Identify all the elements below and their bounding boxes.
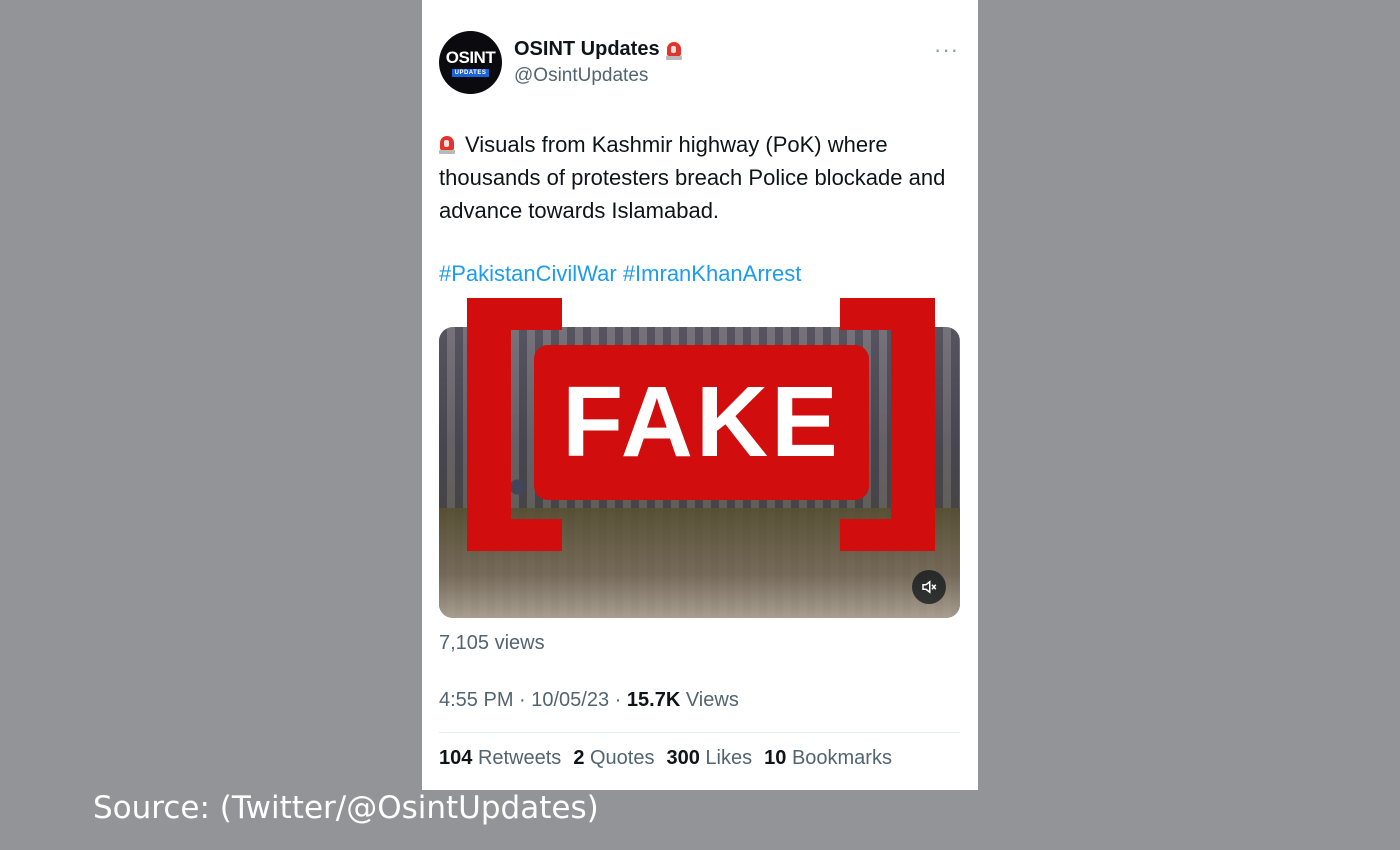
- siren-emoji-icon: [439, 134, 455, 154]
- hashtag-link[interactable]: #PakistanCivilWar: [439, 261, 617, 286]
- hashtag-link[interactable]: #ImranKhanArrest: [623, 261, 802, 286]
- views-label: Views: [685, 689, 739, 711]
- author-handle[interactable]: @OsintUpdates: [514, 65, 648, 87]
- quotes-stat[interactable]: 2 Quotes: [573, 747, 654, 770]
- bookmarks-label: Bookmarks: [791, 747, 892, 769]
- likes-stat[interactable]: 300 Likes: [666, 747, 752, 770]
- quotes-label: Quotes: [590, 747, 655, 769]
- likes-label: Likes: [705, 747, 753, 769]
- tweet-timestamp[interactable]: 4:55 PM · 10/05/23 ·: [439, 689, 627, 711]
- retweets-label: Retweets: [477, 747, 562, 769]
- fake-stamp-overlay: FAKE: [467, 298, 935, 551]
- avatar-logo-text: OSINT: [445, 47, 496, 67]
- bookmarks-count: 10: [764, 747, 787, 769]
- tweet-timestamp-row: 4:55 PM · 10/05/23 · 15.7K Views: [439, 689, 739, 712]
- tweet-body: Visuals from Kashmir highway (PoK) where…: [439, 128, 964, 227]
- siren-emoji-icon: [665, 40, 682, 60]
- tweet-card: OSINT UPDATES OSINT Updates @OsintUpdate…: [422, 0, 978, 790]
- divider: [439, 732, 960, 733]
- quotes-count: 2: [573, 747, 585, 769]
- author-name-row[interactable]: OSINT Updates: [514, 38, 682, 61]
- source-caption: Source: (Twitter/@OsintUpdates): [93, 790, 599, 826]
- author-name[interactable]: OSINT Updates: [514, 38, 660, 61]
- retweets-stat[interactable]: 104 Retweets: [439, 747, 561, 770]
- hashtags: #PakistanCivilWar #ImranKhanArrest: [439, 261, 801, 287]
- fake-stamp: FAKE: [534, 345, 869, 500]
- tweet-text: Visuals from Kashmir highway (PoK) where…: [439, 132, 946, 223]
- video-views: 7,105 views: [439, 632, 545, 654]
- more-dots-icon[interactable]: ···: [934, 37, 959, 63]
- bookmarks-stat[interactable]: 10 Bookmarks: [764, 747, 892, 770]
- author-avatar[interactable]: OSINT UPDATES: [439, 31, 502, 94]
- views-count: 15.7K: [626, 689, 681, 711]
- engagement-stats: 104 Retweets 2 Quotes 300 Likes 10 Bookm…: [439, 747, 892, 770]
- likes-count: 300: [666, 747, 700, 769]
- speaker-mute-icon[interactable]: [912, 570, 946, 604]
- retweets-count: 104: [439, 747, 473, 769]
- avatar-logo-subtext: UPDATES: [451, 68, 490, 77]
